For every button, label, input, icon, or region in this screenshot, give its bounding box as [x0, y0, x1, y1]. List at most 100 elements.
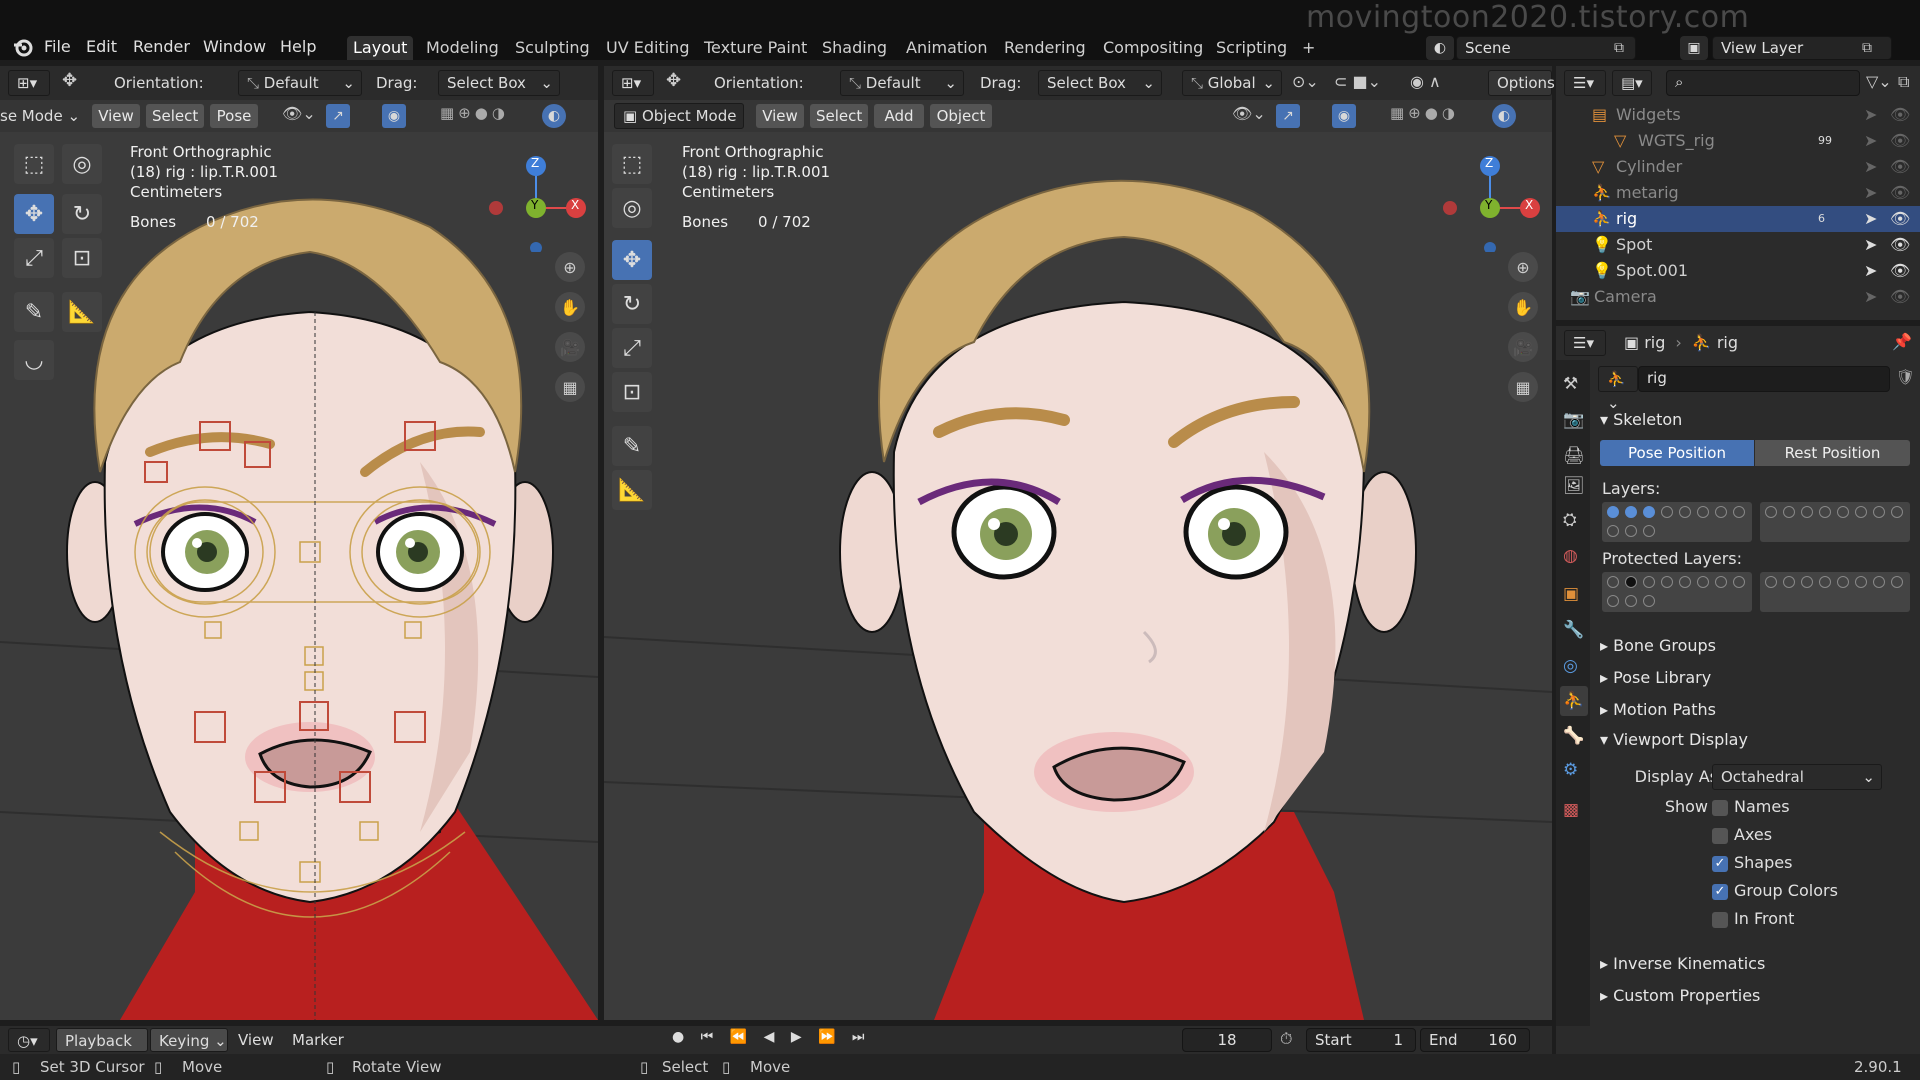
scene-icon[interactable]: ◐ [1426, 36, 1454, 60]
camera-view-icon[interactable]: 🎥 [555, 332, 585, 362]
navigation-gizmo[interactable]: Z X Y [484, 142, 594, 254]
new-view-layer-icon[interactable]: ⧉ [1862, 36, 1884, 60]
drag-dropdown-2[interactable]: Select Box ⌄ [1038, 70, 1162, 96]
tab-layout[interactable]: Layout [347, 36, 414, 60]
shading-modes-icon[interactable]: ▦⊕●◑ [440, 104, 509, 122]
menu-help[interactable]: Help [280, 34, 316, 60]
tab-compositing[interactable]: Compositing [1097, 36, 1209, 60]
visibility-eye-icon[interactable]: 👁 [1890, 284, 1910, 310]
playback-controls[interactable]: ● ⏮ ⏪ ◀ ▶ ⏩ ⏭ [672, 1029, 871, 1045]
menu-edit[interactable]: Edit [86, 34, 117, 60]
tab-texture-paint[interactable]: Texture Paint [698, 36, 813, 60]
pose-library-panel[interactable]: ▸ Pose Library [1600, 668, 1711, 687]
shapes-checkbox[interactable]: ✓ Shapes [1712, 850, 1792, 876]
output-tab-icon[interactable]: 🖨 [1563, 446, 1585, 466]
axes-checkbox[interactable]: Axes [1712, 822, 1772, 848]
inverse-kinematics-panel[interactable]: ▸ Inverse Kinematics [1600, 954, 1765, 973]
overlay-toggle-icon[interactable]: ◉ [382, 104, 406, 128]
outliner-editor-type[interactable]: ☰▾ [1564, 70, 1606, 96]
add-menu[interactable]: Add [874, 104, 924, 128]
armature-name-field[interactable]: rig [1638, 366, 1890, 392]
outliner-row[interactable]: ⛹ rig 6 ➤ 👁 [1556, 206, 1920, 232]
mode-dropdown[interactable]: se Mode ⌄ [0, 103, 80, 129]
orientation-dropdown[interactable]: ⤡ Default ⌄ [238, 70, 362, 96]
view-layer-icon[interactable]: ▣ [1680, 36, 1708, 60]
names-checkbox[interactable]: Names [1712, 794, 1790, 820]
bone-roll-tool-icon[interactable]: ◡ [14, 340, 54, 380]
transform-tool-icon-2[interactable]: ⊡ [612, 372, 652, 412]
menu-window[interactable]: Window [203, 34, 266, 60]
layers-grid-a[interactable] [1602, 502, 1752, 542]
start-frame-field[interactable]: Start 1 [1306, 1028, 1416, 1052]
physics-tab-icon[interactable]: ◎ [1563, 656, 1578, 676]
object-tab-icon[interactable]: ▣ [1563, 584, 1579, 604]
left-viewport[interactable]: ⬚ ◎ ✥ ↻ ⤢ ⊡ ✎ 📐 ◡ Front Orthographic (18… [0, 132, 598, 1020]
outliner-row[interactable]: 📷 Camera ➤ 👁 [1556, 284, 1920, 310]
rendered-shading-icon[interactable]: ◐ [542, 104, 566, 128]
fake-user-shield-icon[interactable]: 🛡 [1896, 368, 1915, 386]
bone-tab-icon[interactable]: 🦴 [1563, 726, 1584, 746]
view-menu-2[interactable]: View [756, 104, 804, 128]
transform-pivot-icon-2[interactable]: ✥ [666, 70, 681, 91]
protected-layers-grid-b[interactable] [1760, 572, 1910, 612]
layers-grid-b[interactable] [1760, 502, 1910, 542]
tab-animation[interactable]: Animation [900, 36, 994, 60]
visibility-eye-icon[interactable]: 👁 [1890, 128, 1910, 154]
select-menu-2[interactable]: Select [810, 104, 868, 128]
snap-icon[interactable]: ⊂ ■⌄ [1334, 72, 1381, 91]
protected-layers-grid-a[interactable] [1602, 572, 1752, 612]
display-mode-dropdown[interactable]: ▤▾ [1612, 70, 1652, 96]
new-collection-icon[interactable]: ⧉ [1898, 72, 1909, 92]
scale-tool-icon[interactable]: ⤢ [14, 238, 54, 278]
selectable-arrow-icon[interactable]: ➤ [1864, 206, 1877, 232]
shading-modes-icon-2[interactable]: ▦⊕●◑ [1390, 104, 1459, 122]
gizmo-toggle-icon[interactable]: ↗ [326, 104, 350, 128]
visibility-eye-icon[interactable]: 👁 [1890, 154, 1910, 180]
tab-modeling[interactable]: Modeling [420, 36, 505, 60]
zoom-icon-2[interactable]: ⊕ [1508, 252, 1538, 282]
datablock-browse-icon[interactable]: ⛹⌄ [1598, 366, 1638, 412]
world-tab-icon[interactable]: ◍ [1563, 546, 1578, 566]
drag-dropdown[interactable]: Select Box ⌄ [438, 70, 560, 96]
transform-orientation-dropdown[interactable]: ⤡ Global ⌄ [1182, 70, 1282, 96]
visibility-eye-icon[interactable]: 👁 [1890, 258, 1910, 284]
navigation-gizmo-2[interactable]: Z X Y [1438, 142, 1548, 254]
annotate-tool-icon[interactable]: ✎ [14, 292, 54, 332]
options-dropdown[interactable]: Options [1488, 70, 1555, 96]
timeline-editor-type[interactable]: ◷▾ [8, 1028, 50, 1052]
selectable-arrow-icon[interactable]: ➤ [1864, 154, 1877, 180]
visibility-eye-icon[interactable]: 👁 [1890, 102, 1910, 128]
cursor-tool-icon-2[interactable]: ◎ [612, 188, 652, 228]
render-tab-icon[interactable]: 📷 [1563, 410, 1584, 430]
selectable-arrow-icon[interactable]: ➤ [1864, 128, 1877, 154]
camera-view-icon-2[interactable]: 🎥 [1508, 332, 1538, 362]
outliner-search-input[interactable]: ⌕ [1666, 70, 1860, 96]
right-viewport[interactable]: ⬚ ◎ ✥ ↻ ⤢ ⊡ ✎ 📐 Front Orthographic (18) … [604, 132, 1552, 1020]
scene-tab-icon[interactable]: ⛭ [1563, 510, 1577, 530]
outliner-row[interactable]: ▽ WGTS_rig 99 ➤ 👁 [1556, 128, 1920, 154]
transform-tool-icon[interactable]: ⊡ [62, 238, 102, 278]
scale-tool-icon-2[interactable]: ⤢ [612, 328, 652, 368]
proportional-edit-icon[interactable]: ◉ ∧ [1410, 72, 1441, 91]
modifiers-tab-icon[interactable]: 🔧 [1563, 620, 1584, 640]
ortho-grid-icon-2[interactable]: ▦ [1508, 372, 1538, 402]
select-box-tool-icon[interactable]: ⬚ [14, 144, 54, 184]
skeleton-panel-header[interactable]: ▾ Skeleton [1600, 410, 1682, 429]
pose-menu[interactable]: Pose [210, 104, 258, 128]
select-box-tool-icon-2[interactable]: ⬚ [612, 144, 652, 184]
tab-shading[interactable]: Shading [816, 36, 893, 60]
in-front-checkbox[interactable]: In Front [1712, 906, 1794, 932]
view-layer-tab-icon[interactable]: 🖼 [1563, 476, 1585, 496]
motion-paths-panel[interactable]: ▸ Motion Paths [1600, 700, 1716, 719]
new-scene-icon[interactable]: ⧉ [1614, 36, 1636, 60]
select-menu[interactable]: Select [146, 104, 204, 128]
timeline-view-menu[interactable]: View [238, 1027, 274, 1053]
annotate-tool-icon-2[interactable]: ✎ [612, 426, 652, 466]
texture-tab-icon[interactable]: ▩ [1563, 800, 1579, 820]
visibility-eye-icon[interactable]: 👁 [1890, 232, 1910, 258]
rendered-shading-icon-2[interactable]: ◐ [1492, 104, 1516, 128]
tool-tab-icon[interactable]: ⚒ [1563, 374, 1578, 394]
add-workspace-button[interactable]: + [1296, 36, 1321, 60]
bone-constraint-tab-icon[interactable]: ⚙ [1563, 760, 1578, 780]
ortho-grid-icon[interactable]: ▦ [555, 372, 585, 402]
